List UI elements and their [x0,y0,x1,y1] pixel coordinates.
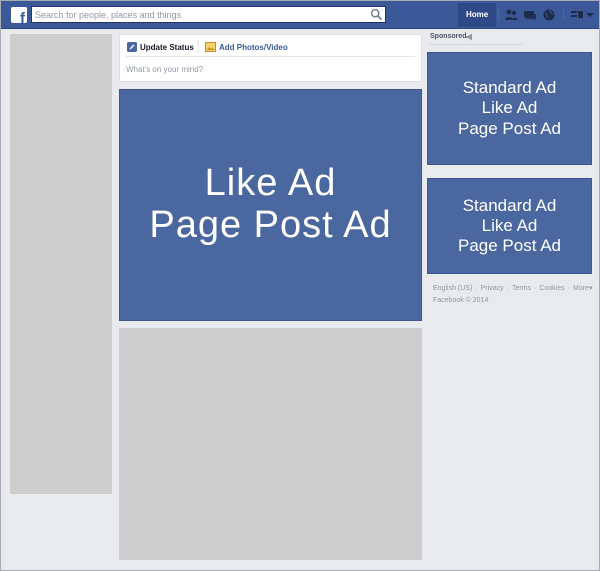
footer-link-terms[interactable]: Terms [512,285,531,292]
footer-link-language[interactable]: English (US) [433,285,472,292]
ad-text-line: Like Ad [481,215,538,235]
pencil-icon [127,42,137,52]
friend-requests-icon[interactable] [504,8,518,22]
sponsored-label: Sponsored [430,33,467,40]
caret-down-icon: ▾ [588,285,593,292]
ad-text-line: Page Post Ad [457,118,562,138]
tab-divider [198,40,199,53]
footer-link-cookies[interactable]: Cookies [539,285,564,292]
copyright: Facebook © 2014 [433,297,489,304]
facebook-logo-icon[interactable]: f [11,7,27,23]
search-input[interactable] [35,7,365,22]
add-photos-video-tab[interactable]: Add Photos/Video [205,41,288,53]
add-photos-video-label: Add Photos/Video [219,42,288,52]
update-status-tab[interactable]: Update Status [127,41,194,53]
ad-text-line: Page Post Ad [457,236,562,256]
nav-divider [498,9,499,21]
photo-icon [205,42,216,52]
ad-text-line: Like Ad [481,98,538,118]
left-sidebar-placeholder [10,34,112,494]
update-status-label: Update Status [140,42,194,52]
messages-icon[interactable] [523,8,537,22]
page-footer: English (US) · Privacy · Terms · Cookies · More▾… [433,283,592,307]
right-column-ad[interactable]: Standard Ad Like Ad Page Post Ad [427,178,592,274]
ad-text-line: Standard Ad [462,78,557,98]
search-box [31,6,386,23]
ad-text-line: Standard Ad [462,195,557,215]
home-button[interactable]: Home [458,3,497,27]
status-input[interactable] [126,62,406,76]
nav-divider [563,9,564,21]
footer-link-more[interactable]: More [573,285,589,292]
news-feed-ad[interactable]: Like Ad Page Post Ad [119,89,422,321]
ad-text-line: Page Post Ad [149,204,392,246]
right-column-ad[interactable]: Standard Ad Like Ad Page Post Ad [427,52,592,165]
status-composer: Update Status Add Photos/Video [119,34,422,82]
footer-links: English (US) · Privacy · Terms · Cookies · More▾ [433,285,593,292]
megaphone-icon [466,33,472,41]
footer-link-privacy[interactable]: Privacy [481,285,504,292]
privacy-shortcuts-icon[interactable] [570,8,584,22]
settings-icon[interactable] [585,8,595,22]
sponsored-divider [430,44,522,45]
news-feed-story-placeholder [119,328,422,560]
top-navigation-bar: f Home [1,1,599,29]
composer-divider [126,56,415,57]
notifications-icon[interactable] [542,8,556,22]
search-icon[interactable] [370,8,383,21]
ad-text-line: Like Ad [204,162,337,205]
